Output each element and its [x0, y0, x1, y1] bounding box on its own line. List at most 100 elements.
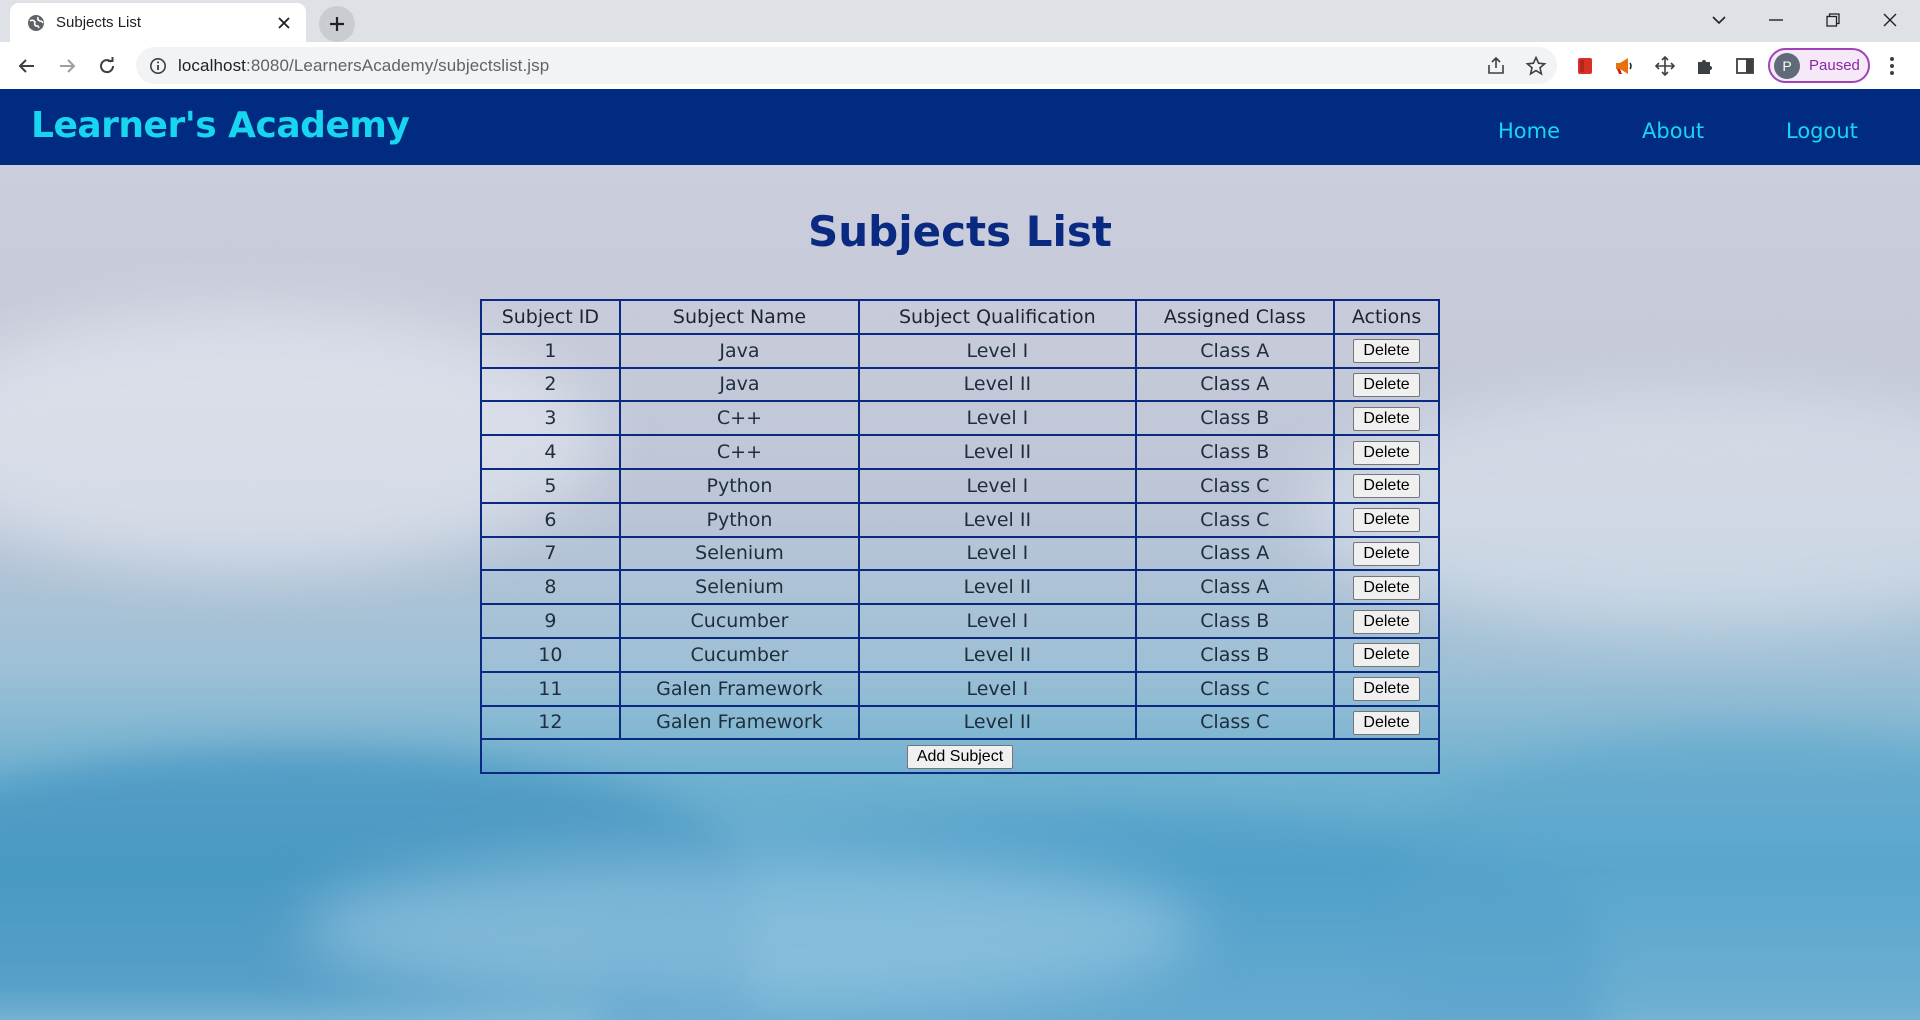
forward-button[interactable]	[49, 48, 85, 84]
cell-subject-id: 4	[480, 434, 621, 470]
cell-subject-qualification: Level I	[858, 603, 1137, 639]
cell-subject-qualification: Level II	[858, 501, 1137, 538]
cell-actions: Delete	[1333, 467, 1440, 504]
table-row: 6 Python Level II Class C Delete	[480, 501, 1440, 538]
nav-logout-link[interactable]: Logout	[1786, 119, 1858, 143]
browser-toolbar: localhost:8080/LearnersAcademy/subjectsl…	[0, 42, 1920, 89]
info-icon[interactable]	[149, 57, 167, 75]
delete-button[interactable]: Delete	[1353, 643, 1420, 668]
cell-subject-id: 5	[480, 467, 621, 504]
cell-actions: Delete	[1333, 501, 1440, 538]
move-icon[interactable]	[1653, 54, 1677, 78]
close-icon[interactable]	[274, 13, 294, 33]
megaphone-icon[interactable]	[1613, 54, 1637, 78]
table-row: 8 Selenium Level II Class A Delete	[480, 569, 1440, 606]
globe-icon	[28, 14, 44, 31]
cell-assigned-class: Class A	[1134, 569, 1336, 606]
address-bar[interactable]: localhost:8080/LearnersAcademy/subjectsl…	[136, 47, 1557, 84]
cell-subject-id: 9	[480, 603, 621, 639]
puzzle-icon[interactable]	[1693, 54, 1717, 78]
cell-subject-qualification: Level I	[858, 670, 1137, 707]
table-row: 2 Java Level II Class A Delete	[480, 366, 1440, 403]
table-row: 12 Galen Framework Level II Class C Delete	[480, 704, 1440, 741]
reload-button[interactable]	[89, 48, 125, 84]
cell-subject-id: 6	[480, 501, 621, 538]
plus-icon	[330, 17, 344, 31]
profile-status: Paused	[1809, 57, 1860, 74]
cell-subject-name: Python	[618, 501, 861, 538]
kebab-menu-icon[interactable]	[1880, 54, 1904, 78]
cell-subject-id: 12	[480, 704, 621, 741]
cell-subject-name: Selenium	[618, 535, 861, 572]
delete-button[interactable]: Delete	[1353, 372, 1420, 397]
header-assigned-class: Assigned Class	[1134, 299, 1336, 335]
star-icon[interactable]	[1525, 55, 1547, 77]
back-arrow-icon	[18, 59, 34, 73]
tab-title: Subjects List	[56, 14, 142, 31]
background-mountain	[1400, 729, 1920, 1020]
share-icon[interactable]	[1485, 55, 1507, 77]
cell-subject-id: 8	[480, 569, 621, 606]
cell-subject-name: Cucumber	[618, 603, 861, 639]
cell-subject-id: 11	[480, 670, 621, 707]
cell-assigned-class: Class A	[1134, 332, 1336, 369]
delete-button[interactable]: Delete	[1353, 541, 1420, 566]
cell-assigned-class: Class A	[1134, 535, 1336, 572]
cell-actions: Delete	[1333, 366, 1440, 403]
page-viewport: Learner's Academy Home About Logout Subj…	[0, 89, 1920, 1020]
cell-actions: Delete	[1333, 704, 1440, 741]
delete-button[interactable]: Delete	[1353, 474, 1420, 499]
restore-button[interactable]	[1805, 0, 1861, 40]
cell-subject-qualification: Level II	[858, 704, 1137, 741]
table-row: 11 Galen Framework Level I Class C Delete	[480, 670, 1440, 707]
add-subject-button[interactable]: Add Subject	[906, 744, 1014, 769]
tab-search-button[interactable]	[1691, 0, 1747, 40]
nav-about-link[interactable]: About	[1642, 119, 1704, 143]
cell-actions: Delete	[1333, 670, 1440, 707]
close-icon	[1883, 13, 1897, 27]
cell-subject-id: 1	[480, 332, 621, 369]
url-host: localhost	[178, 55, 246, 75]
forward-arrow-icon	[60, 59, 76, 73]
delete-button[interactable]: Delete	[1353, 406, 1420, 431]
delete-button[interactable]: Delete	[1353, 710, 1420, 735]
extension-red-icon[interactable]	[1573, 54, 1597, 78]
table-row: 1 Java Level I Class A Delete	[480, 332, 1440, 369]
cell-subject-qualification: Level I	[858, 400, 1137, 437]
cell-subject-qualification: Level II	[858, 636, 1137, 673]
reload-icon	[100, 57, 115, 74]
sidebar-icon[interactable]	[1733, 54, 1757, 78]
window-close-button[interactable]	[1862, 0, 1918, 40]
minimize-icon	[1769, 19, 1783, 21]
browser-tab-active[interactable]: Subjects List	[10, 3, 306, 42]
delete-button[interactable]: Delete	[1353, 677, 1420, 702]
delete-button[interactable]: Delete	[1353, 339, 1420, 364]
profile-button[interactable]: P Paused	[1768, 48, 1870, 83]
cell-assigned-class: Class C	[1134, 670, 1336, 707]
table-row: 10 Cucumber Level II Class B Delete	[480, 636, 1440, 673]
back-button[interactable]	[9, 48, 45, 84]
cell-subject-id: 2	[480, 366, 621, 403]
table-row: 5 Python Level I Class C Delete	[480, 467, 1440, 504]
cell-subject-name: Java	[618, 332, 861, 369]
cell-subject-name: Galen Framework	[618, 704, 861, 741]
cell-subject-qualification: Level I	[858, 535, 1137, 572]
cell-subject-name: Java	[618, 366, 861, 403]
cell-assigned-class: Class C	[1134, 704, 1336, 741]
cell-assigned-class: Class B	[1134, 434, 1336, 470]
cell-subject-qualification: Level II	[858, 366, 1137, 403]
cell-actions: Delete	[1333, 400, 1440, 437]
delete-button[interactable]: Delete	[1353, 508, 1420, 533]
cell-assigned-class: Class B	[1134, 400, 1336, 437]
new-tab-button[interactable]	[319, 6, 355, 42]
minimize-button[interactable]	[1748, 0, 1804, 40]
delete-button[interactable]: Delete	[1353, 575, 1420, 600]
add-subject-cell: Add Subject	[480, 738, 1440, 775]
cell-subject-qualification: Level II	[858, 434, 1137, 470]
table-header-row: Subject ID Subject Name Subject Qualific…	[480, 299, 1440, 335]
restore-icon	[1826, 13, 1840, 27]
nav-home-link[interactable]: Home	[1498, 119, 1560, 143]
delete-button[interactable]: Delete	[1353, 440, 1420, 465]
delete-button[interactable]: Delete	[1353, 609, 1420, 634]
site-logo[interactable]: Learner's Academy	[31, 105, 410, 146]
